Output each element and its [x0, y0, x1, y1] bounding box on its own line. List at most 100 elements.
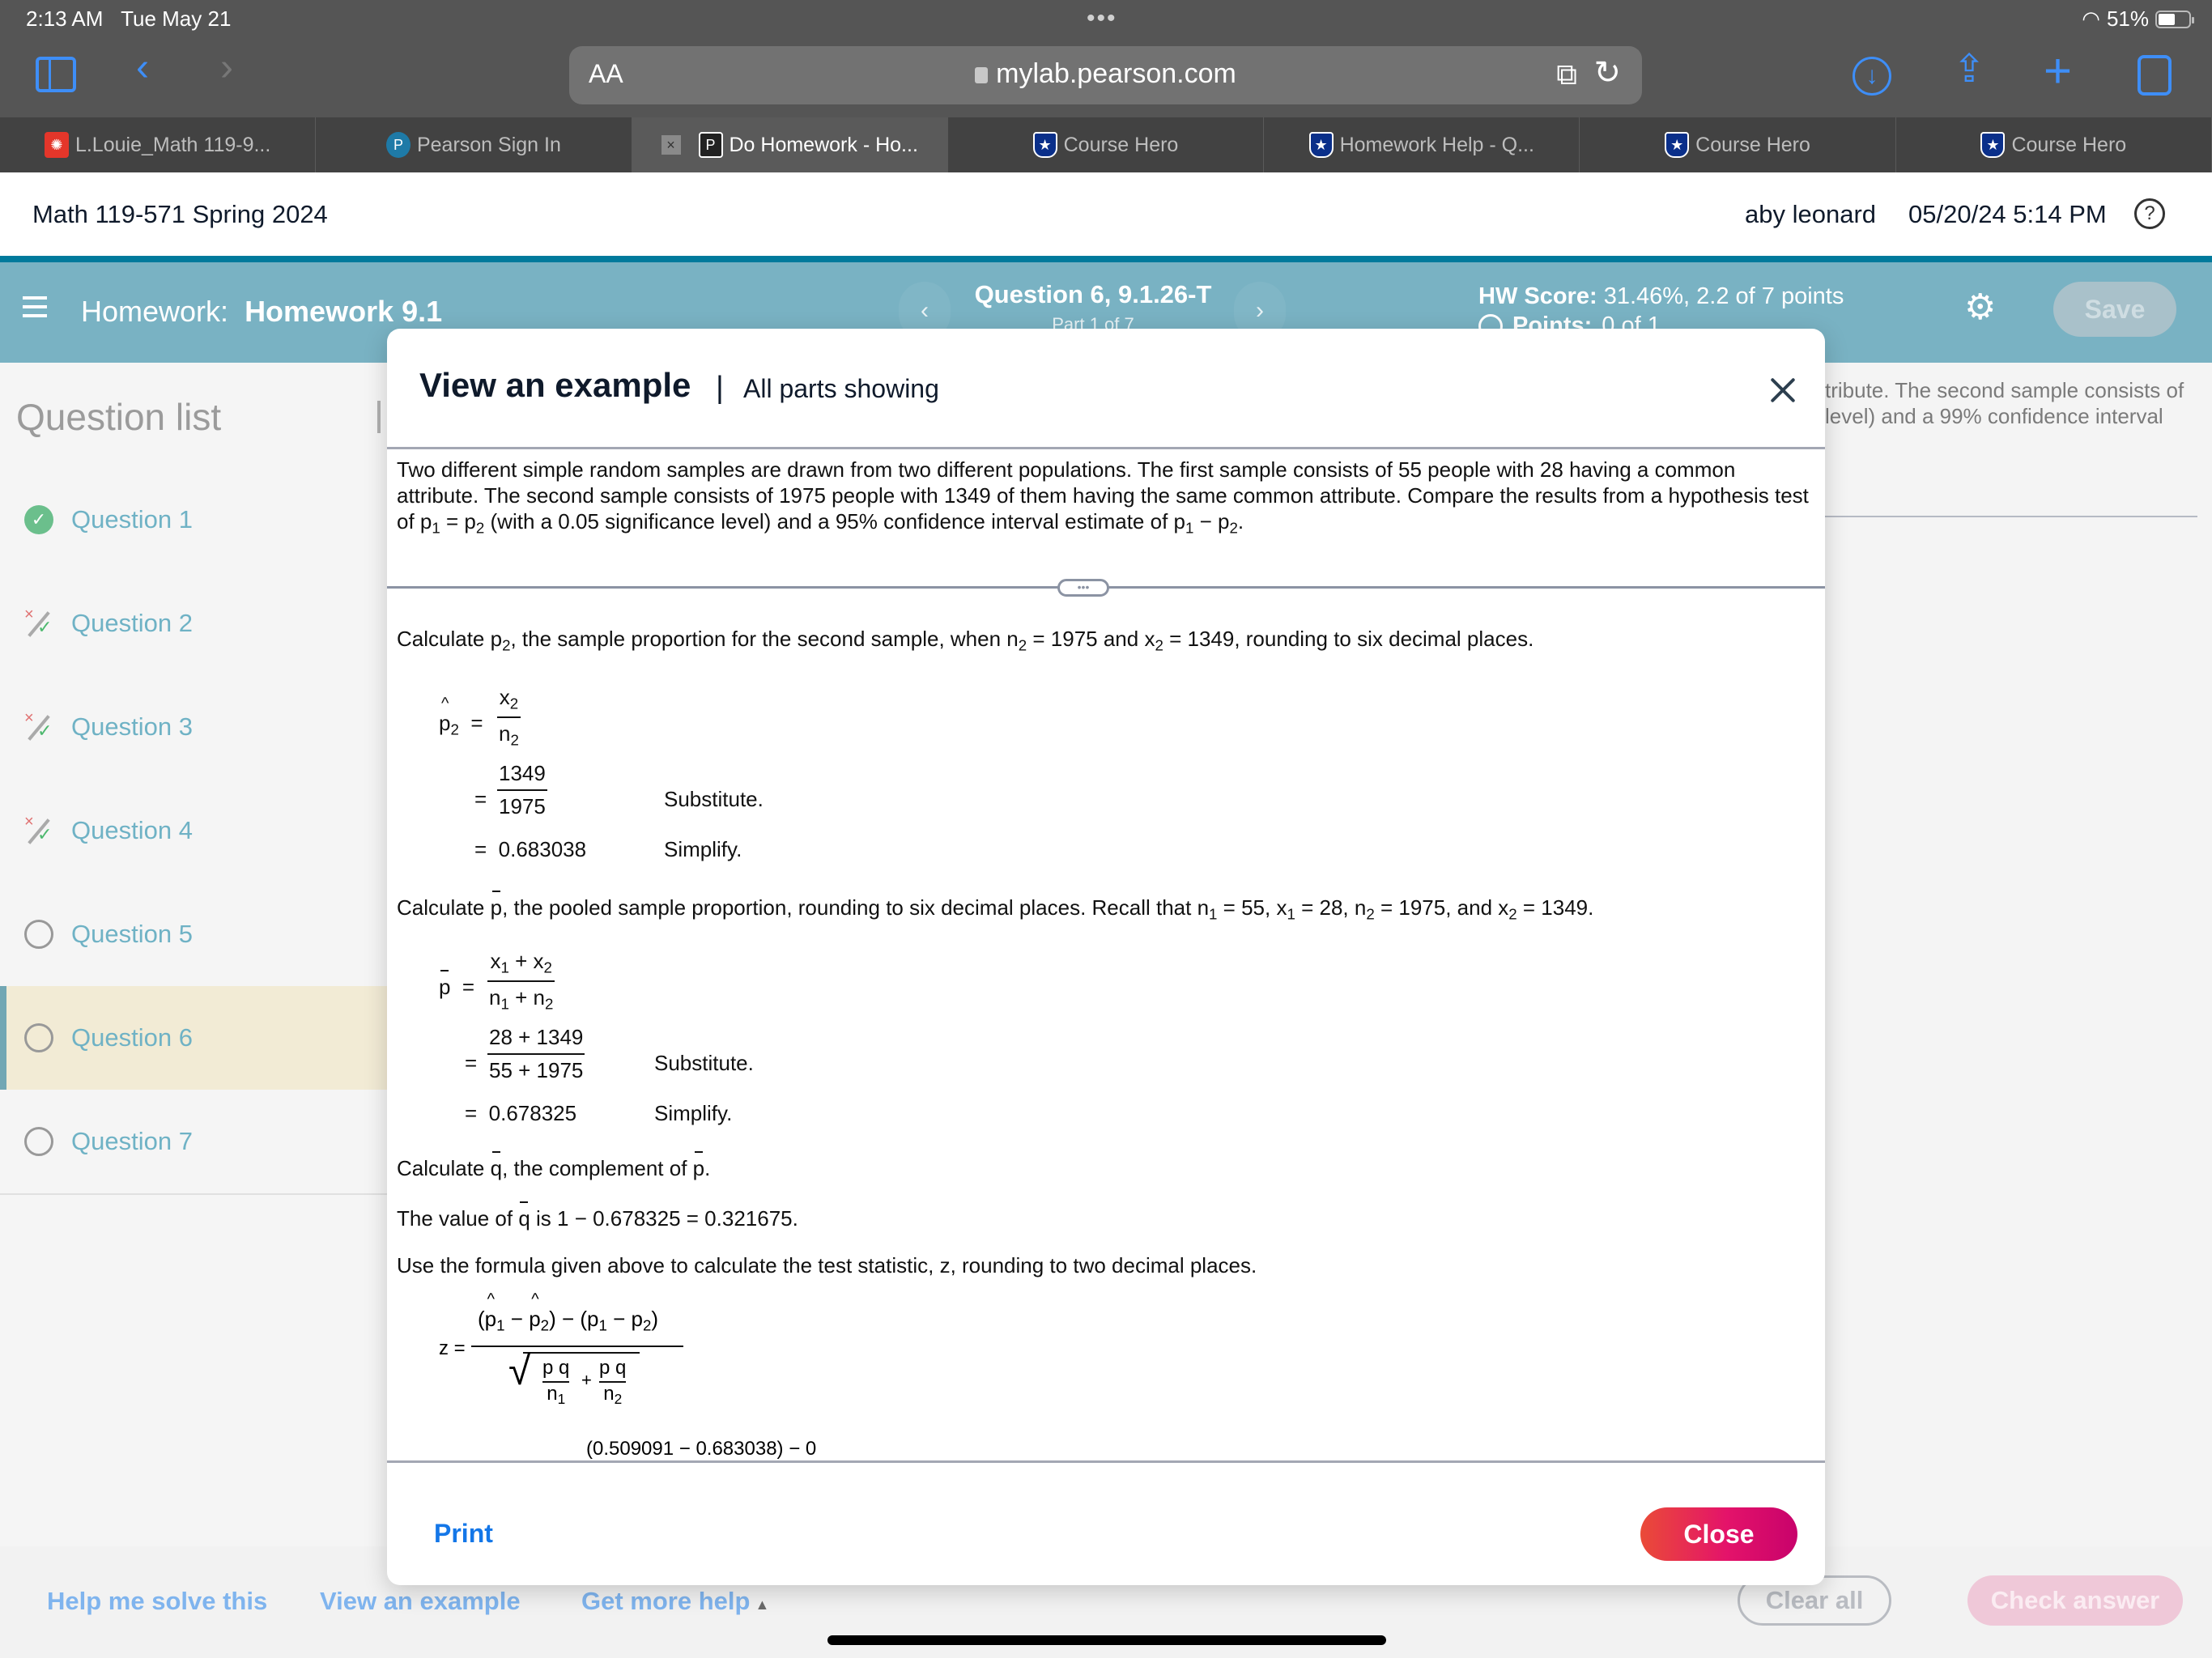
- question-item[interactable]: ✓ Question 1: [0, 468, 387, 572]
- header-divider: [0, 256, 2212, 262]
- browser-tab[interactable]: ★ Course Hero: [1896, 117, 2212, 172]
- canvas-icon: ✺: [44, 132, 69, 158]
- close-icon[interactable]: [1763, 371, 1804, 411]
- fraction-substitute: 1349 1975: [497, 761, 547, 818]
- multitasking-dots-icon[interactable]: •••: [1087, 5, 1117, 32]
- p-bar-symbol: p =: [439, 970, 475, 999]
- question-divider: [1825, 516, 2197, 517]
- question-list-sidebar: Question list ✓ Question 1 × ✓ Question 2…: [0, 363, 387, 1546]
- simplify-note: Simplify.: [654, 1101, 733, 1125]
- datetime: 05/20/24 5:14 PM: [1908, 200, 2107, 228]
- url-display[interactable]: mylab.pearson.com: [569, 58, 1642, 90]
- modal-divider: [387, 447, 1825, 449]
- sqrt-icon: √: [508, 1348, 531, 1393]
- fraction-pooled-substitute: 28 + 1349 55 + 1975: [487, 1025, 585, 1082]
- course-hero-icon: ★: [1308, 132, 1334, 158]
- close-button[interactable]: Close: [1640, 1507, 1797, 1561]
- pearson-p-icon: P: [698, 132, 723, 158]
- expand-ellipsis-button[interactable]: •••: [1057, 579, 1109, 597]
- modal-footer-divider: [387, 1460, 1825, 1463]
- substitute-note: Substitute.: [664, 787, 764, 811]
- unanswered-circle-icon: [24, 1023, 53, 1052]
- status-time: 2:13 AM Tue May 21: [26, 6, 232, 31]
- save-button[interactable]: Save: [2053, 282, 2176, 337]
- user-name: aby leonard: [1745, 200, 1877, 228]
- wifi-icon: ◠: [2082, 6, 2100, 31]
- menu-icon[interactable]: [23, 296, 47, 317]
- browser-tab[interactable]: ★ Homework Help - Q...: [1264, 117, 1580, 172]
- print-button[interactable]: Print: [434, 1519, 493, 1549]
- unanswered-circle-icon: [24, 1127, 53, 1156]
- course-hero-icon: ★: [1032, 132, 1057, 158]
- browser-tab[interactable]: ★ Course Hero: [948, 117, 1265, 172]
- collapse-handle[interactable]: [377, 401, 381, 433]
- close-tab-icon[interactable]: ×: [661, 135, 681, 155]
- substitute-note: Substitute.: [654, 1051, 754, 1075]
- sidebar-divider: [0, 1193, 387, 1195]
- caret-up-icon: ▲: [755, 1596, 770, 1613]
- share-icon[interactable]: ⇪: [1953, 50, 1985, 89]
- solution-steps[interactable]: Calculate p2, the sample proportion for …: [397, 604, 1822, 1316]
- browser-tab[interactable]: P Pearson Sign In: [316, 117, 632, 172]
- battery-icon: [2155, 10, 2194, 28]
- address-bar[interactable]: AA mylab.pearson.com ⧉ ↻: [569, 46, 1642, 104]
- title-separator: |: [716, 371, 724, 405]
- p-bar-result: = 0.678325: [465, 1101, 577, 1125]
- browser-tab-active[interactable]: × P Do Homework - Ho...: [632, 117, 948, 172]
- view-example-modal: View an example | All parts showing Two …: [387, 329, 1825, 1585]
- browser-tab[interactable]: ✺ L.Louie_Math 119-9...: [0, 117, 317, 172]
- z-numerator: (p1 − p2) − (p1 − p2): [478, 1290, 658, 1335]
- browser-tab[interactable]: ★ Course Hero: [1580, 117, 1896, 172]
- modal-subtitle: All parts showing: [743, 374, 939, 403]
- tab-overview-icon[interactable]: [2138, 55, 2172, 96]
- step-4-intro: Use the formula given above to calculate…: [397, 1253, 1257, 1278]
- question-item[interactable]: × ✓ Question 2: [0, 572, 387, 675]
- home-indicator[interactable]: [827, 1635, 1386, 1645]
- question-item[interactable]: × ✓ Question 4: [0, 779, 387, 882]
- q-bar-value: The value of q is 1 − 0.678325 = 0.32167…: [397, 1201, 798, 1231]
- lock-icon: [975, 67, 989, 83]
- homework-title: Homework: Homework 9.1: [81, 295, 443, 328]
- unanswered-circle-icon: [24, 920, 53, 949]
- sqrt-term-1: p q n1: [542, 1352, 570, 1408]
- check-answer-button[interactable]: Check answer: [1967, 1575, 2183, 1626]
- equals-sign: =: [474, 787, 487, 811]
- gear-icon[interactable]: ⚙: [1964, 287, 1996, 328]
- extension-icon[interactable]: ⧉: [1556, 57, 1577, 92]
- fraction-pooled: x1 + x2 n1 + n2: [487, 949, 555, 1013]
- help-icon[interactable]: ?: [2134, 198, 2165, 229]
- question-item-current[interactable]: Question 6: [0, 986, 387, 1090]
- partial-credit-icon: × ✓: [24, 813, 53, 844]
- back-button[interactable]: ‹: [136, 49, 149, 87]
- question-item[interactable]: Question 7: [0, 1090, 387, 1193]
- question-item[interactable]: Question 5: [0, 882, 387, 986]
- correct-check-icon: ✓: [24, 505, 53, 534]
- downloads-icon[interactable]: ↓: [1853, 57, 1891, 96]
- question-item[interactable]: × ✓ Question 3: [0, 675, 387, 779]
- course-hero-icon: ★: [1980, 132, 2006, 158]
- fraction-x2-n2: x2 n2: [497, 685, 521, 749]
- course-title[interactable]: Math 119-571 Spring 2024: [32, 200, 328, 229]
- new-tab-icon[interactable]: +: [2044, 47, 2072, 96]
- forward-button[interactable]: ›: [220, 49, 233, 87]
- course-hero-icon: ★: [1665, 132, 1690, 158]
- help-me-solve-link[interactable]: Help me solve this: [47, 1587, 267, 1616]
- view-example-link[interactable]: View an example: [320, 1587, 521, 1616]
- hw-score: HW Score: 31.46%, 2.2 of 7 points: [1478, 283, 1844, 309]
- step-2-intro: Calculate p, the pooled sample proportio…: [397, 891, 1594, 923]
- reload-icon[interactable]: ↻: [1593, 54, 1621, 91]
- equals-sign: =: [465, 1051, 478, 1075]
- pearson-icon: P: [385, 132, 410, 158]
- z-equals: z =: [439, 1337, 466, 1359]
- p2-hat-symbol: p2 =: [439, 695, 483, 739]
- sqrt-term-2: p q n2: [599, 1352, 627, 1408]
- problem-statement: Two different simple random samples are …: [397, 457, 1809, 537]
- z-fraction-bar: [471, 1346, 683, 1347]
- get-more-help-link[interactable]: Get more help ▲: [581, 1587, 769, 1616]
- step-1-intro: Calculate p2, the sample proportion for …: [397, 627, 1534, 654]
- battery-percent: 51%: [2106, 6, 2149, 31]
- status-right: ◠ 51%: [2082, 6, 2194, 32]
- question-list-title: Question list: [16, 396, 222, 438]
- modal-title: View an example: [419, 366, 691, 404]
- sidebar-toggle-icon[interactable]: [36, 57, 76, 92]
